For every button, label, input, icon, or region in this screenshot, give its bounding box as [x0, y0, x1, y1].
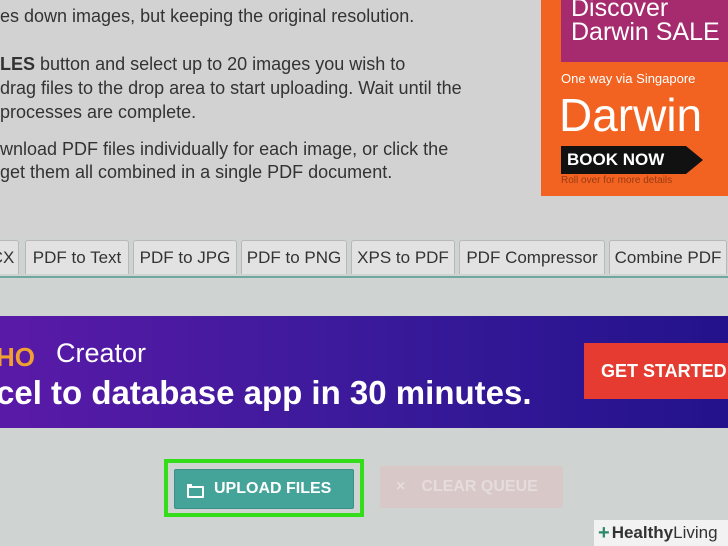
upload-highlight-box: UPLOAD FILES: [164, 459, 364, 517]
travel-ad-line2: Darwin SALE: [571, 18, 720, 46]
travel-ad-note: Roll over for more details: [561, 175, 673, 186]
instructions-panel: es down images, but keeping the original…: [0, 0, 728, 238]
tab-label: PDF Compressor: [466, 247, 598, 267]
clear-queue-button[interactable]: × CLEAR QUEUE: [380, 466, 563, 508]
banner-product-name: Creator: [56, 338, 147, 368]
instruction-line-2-rest: button and select up to 20 images you wi…: [35, 54, 406, 74]
tab-label: PDF to JPG: [139, 247, 231, 267]
get-started-button[interactable]: GET STARTED: [584, 343, 728, 399]
travel-ad[interactable]: Discover Darwin SALE One way via Singapo…: [541, 0, 728, 196]
tab-label: CX: [0, 247, 15, 267]
tab-xps-to-pdf[interactable]: XPS to PDF: [351, 240, 455, 274]
tab-combine-pdf[interactable]: Combine PDF: [609, 240, 727, 274]
instruction-bold-fragment: LES: [0, 54, 36, 74]
travel-ad-subtitle: One way via Singapore: [561, 71, 696, 86]
instruction-line-1: es down images, but keeping the original…: [0, 6, 415, 26]
watermark-healthy: Healthy: [611, 523, 674, 542]
instruction-line-5: wnload PDF files individually for each i…: [0, 139, 449, 159]
tab-cx[interactable]: CX: [0, 240, 19, 274]
instruction-line-6: get them all combined in a single PDF do…: [0, 162, 393, 182]
close-icon: ×: [396, 478, 406, 495]
upload-files-button[interactable]: UPLOAD FILES: [174, 469, 354, 509]
book-now-button[interactable]: BOOK NOW: [561, 146, 703, 174]
instruction-line-4: processes are complete.: [0, 102, 197, 122]
tab-label: PDF to PNG: [246, 247, 342, 267]
healthy-living-watermark: + Healthy Living: [594, 520, 728, 546]
watermark-living: Living: [673, 523, 718, 542]
tab-pdf-to-jpg[interactable]: PDF to JPG: [133, 240, 237, 274]
travel-ad-header: Discover Darwin SALE: [561, 0, 728, 62]
clear-queue-label: CLEAR QUEUE: [421, 478, 538, 495]
instruction-line-2: LES button and select up to 20 images yo…: [0, 54, 405, 75]
tabs-divider: [0, 276, 728, 278]
tab-pdf-compressor[interactable]: PDF Compressor: [459, 240, 605, 274]
converter-tabs: CX PDF to Text PDF to JPG PDF to PNG XPS…: [0, 238, 728, 276]
tab-pdf-to-text[interactable]: PDF to Text: [25, 240, 129, 274]
plus-icon: +: [598, 521, 610, 544]
tab-label: XPS to PDF: [357, 247, 449, 267]
banner-headline: cel to database app in 30 minutes.: [0, 374, 532, 411]
upload-files-label: UPLOAD FILES: [214, 480, 332, 497]
travel-ad-headline: Darwin: [559, 89, 703, 141]
tab-pdf-to-png[interactable]: PDF to PNG: [241, 240, 347, 274]
instruction-line-3: drag files to the drop area to start upl…: [0, 78, 462, 98]
zoho-logo: HO: [0, 342, 35, 372]
tab-label: PDF to Text: [32, 247, 122, 267]
tab-label: Combine PDF: [614, 247, 722, 267]
creator-banner-ad[interactable]: HO Creator cel to database app in 30 min…: [0, 316, 728, 428]
book-now-label: BOOK NOW: [567, 150, 665, 169]
folder-open-icon: [187, 484, 204, 498]
